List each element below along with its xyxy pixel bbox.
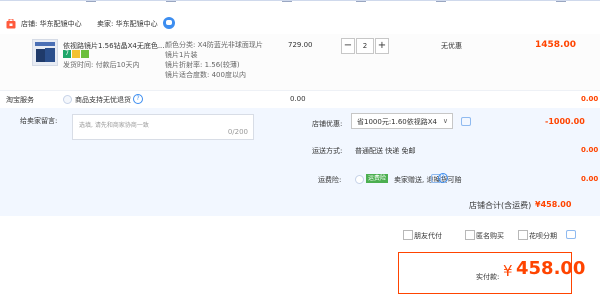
message-textarea[interactable]: 选填, 请先和商家协商一致 0/200 xyxy=(72,114,254,140)
anonymous-label[interactable]: 匿名购买 xyxy=(476,231,504,241)
unit-price: 729.00 xyxy=(288,41,313,49)
sku-line: 镜片折射率: 1.56(较薄) xyxy=(165,61,240,69)
insurance-tag: 运费险 xyxy=(366,174,389,183)
chat-bubble-icon[interactable] xyxy=(566,230,576,239)
service-badges: 7 xyxy=(63,50,90,58)
friend-pay-label[interactable]: 朋友代付 xyxy=(414,231,442,241)
item-total: 1458.00 xyxy=(535,40,576,50)
message-label: 给卖家留言: xyxy=(20,117,58,125)
payment-amount: 458.00 xyxy=(516,258,586,279)
shop-summary-amount: ¥458.00 xyxy=(535,200,572,209)
currency-symbol: ¥ xyxy=(503,262,513,280)
quantity-input[interactable]: 2 xyxy=(356,38,374,54)
sku-line: 镜片适合度数: 400度以内 xyxy=(165,71,246,79)
huabei-checkbox[interactable] xyxy=(518,230,528,240)
shipping-label: 运送方式: xyxy=(312,147,343,155)
return-service-total: 0.00 xyxy=(581,95,599,103)
shop-discount-value: 省1000元:1.60依视路X4 xyxy=(357,118,438,126)
friend-pay-checkbox[interactable] xyxy=(403,230,413,240)
insurance-text: 卖家赠送, 退换货可赔 xyxy=(394,176,462,184)
chat-bubble-icon[interactable] xyxy=(461,117,471,126)
shop-name[interactable]: 店铺: 华东配镜中心 xyxy=(21,19,82,29)
ship-time: 发货时间: 付款后10天内 xyxy=(63,61,140,69)
column-tick xyxy=(356,1,366,2)
item-discount: 无优惠 xyxy=(441,42,462,50)
anonymous-checkbox[interactable] xyxy=(465,230,475,240)
return-service-price: 0.00 xyxy=(290,95,306,103)
taobao-service-label: 淘宝服务 xyxy=(6,96,34,104)
chat-icon[interactable] xyxy=(163,17,175,29)
return-service-checkbox[interactable] xyxy=(63,95,72,104)
seven-day-return-icon: 7 xyxy=(63,50,71,58)
shop-discount-label: 店铺优惠: xyxy=(312,120,343,128)
column-tick xyxy=(282,1,292,2)
payment-label: 实付款: xyxy=(476,273,500,281)
column-tick xyxy=(166,1,176,2)
huabei-label[interactable]: 花呗分期 xyxy=(529,231,557,241)
return-service-option[interactable]: 商品支持无忧退货 xyxy=(75,95,131,105)
shop-summary-label: 店铺合计(含运费) xyxy=(469,201,532,210)
help-icon[interactable]: ? xyxy=(133,94,143,104)
column-tick xyxy=(86,1,96,2)
sku-line: 颜色分类: X4防蓝光非球面现片 xyxy=(165,41,263,49)
thumbnail-box xyxy=(45,48,55,62)
sku-info: 颜色分类: X4防蓝光非球面现片 镜片1片装 镜片折射率: 1.56(较薄) 镜… xyxy=(165,40,263,80)
column-tick xyxy=(556,1,566,2)
insurance-checkbox[interactable] xyxy=(355,175,364,184)
shop-icon xyxy=(6,19,16,29)
chevron-down-icon: ∨ xyxy=(442,117,448,125)
shop-discount-select[interactable]: 省1000元:1.60依视路X4 ∨ xyxy=(351,113,453,129)
insurance-label: 运费险: xyxy=(318,176,342,184)
shop-discount-amount: -1000.00 xyxy=(545,117,585,126)
insurance-amount: 0.00 xyxy=(581,175,599,183)
seller-name[interactable]: 卖家: 华东配镜中心 xyxy=(97,19,158,29)
shipping-amount: 0.00 xyxy=(581,146,599,154)
sku-line: 镜片1片装 xyxy=(165,51,198,59)
shipping-method: 普通配送 快递 免邮 xyxy=(355,147,416,155)
credit-card-icon xyxy=(72,50,80,58)
top-divider xyxy=(0,0,600,3)
decrement-button[interactable]: − xyxy=(341,38,355,54)
thumbnail-strip xyxy=(35,42,55,46)
help-icon[interactable]: ? xyxy=(438,173,448,183)
message-char-count: 0/200 xyxy=(227,128,248,136)
guarantee-icon xyxy=(81,50,89,58)
column-tick xyxy=(436,1,446,2)
message-placeholder: 选填, 请先和商家协商一致 xyxy=(79,122,149,129)
product-thumbnail[interactable] xyxy=(32,39,58,66)
increment-button[interactable]: + xyxy=(375,38,389,54)
